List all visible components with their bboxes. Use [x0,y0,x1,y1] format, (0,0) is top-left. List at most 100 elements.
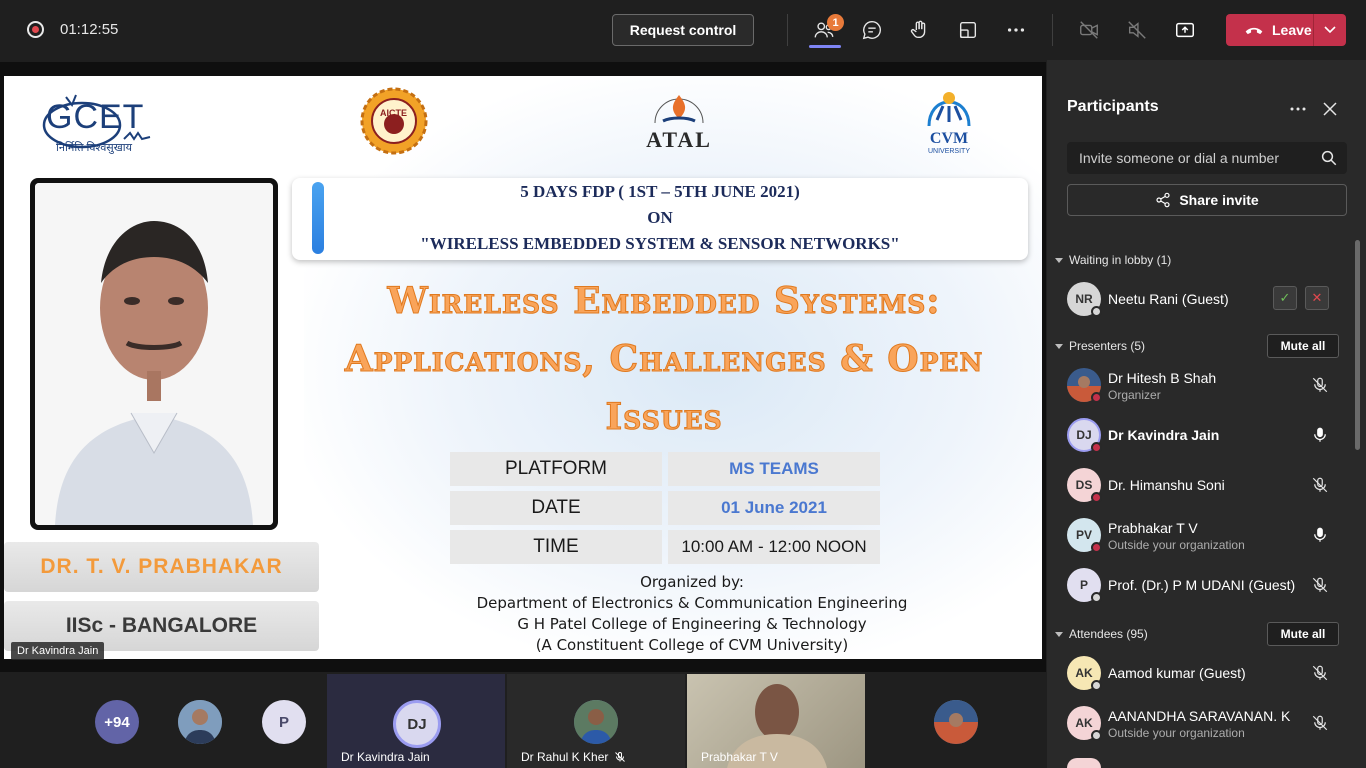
more-participants-button[interactable]: +94 [95,700,139,744]
panel-scrollbar[interactable] [1355,240,1360,450]
presenters-section-toggle[interactable]: Presenters (5) [1055,339,1145,353]
presenter-item[interactable]: PV Prabhakar T V Outside your organizati… [1067,514,1347,558]
participants-badge: 1 [827,14,844,31]
chat-button[interactable] [858,16,886,44]
panel-close-button[interactable] [1319,98,1341,120]
participant-photo [178,700,222,744]
organizer-university: (A Constituent College of CVM University… [535,636,849,654]
aicte-logo: AICTE [346,86,441,156]
info-label: PLATFORM [450,452,662,486]
participant-photo [934,700,978,744]
person-org: Outside your organization [1108,538,1245,552]
person-org: Outside your organization [1108,726,1245,740]
raise-hand-icon [910,20,926,39]
panel-more-button[interactable] [1287,98,1309,120]
tile-avatar: DJ [393,700,441,748]
mute-all-presenters-button[interactable]: Mute all [1267,334,1339,358]
lobby-section-toggle[interactable]: Waiting in lobby (1) [1055,253,1171,267]
status-dot [1091,492,1102,503]
cvm-logo-text: CVM [929,129,969,147]
presenter-item[interactable]: P Prof. (Dr.) P M UDANI (Guest) [1067,564,1347,608]
attendees-section-toggle[interactable]: Attendees (95) [1055,627,1148,641]
video-tile-kavindra[interactable]: DJ Dr Kavindra Jain [327,674,505,768]
mic-on-icon [1314,427,1326,442]
gcet-tagline: निर्मिति विश्वसुखाय [56,142,132,154]
participant-avatar-p[interactable]: P [262,700,306,744]
request-control-button[interactable]: Request control [612,14,754,46]
presenter-item[interactable]: DS Dr. Himanshu Soni [1067,464,1347,508]
organized-by-label: Organized by: [640,573,744,591]
video-tile-rahul[interactable]: Dr Rahul K Kher [507,674,685,768]
aicte-emblem [360,87,427,155]
mic-off-icon [1312,715,1328,731]
breakout-rooms-icon [959,21,977,39]
toolbar-divider [787,14,788,46]
person-avatar-partial [1067,758,1101,768]
person-name: Neetu Rani (Guest) [1108,291,1229,307]
mic-button[interactable] [1123,16,1151,44]
invite-input[interactable] [1067,142,1347,174]
participant-avatar[interactable] [934,700,978,744]
video-tile-prabhakar[interactable]: Prabhakar T V [687,674,865,768]
organizer-college: G H Patel College of Engineering & Techn… [517,615,867,633]
tile-name: Dr Kavindra Jain [341,750,430,764]
leave-dropdown[interactable] [1314,14,1346,46]
more-icon [1007,28,1025,32]
caret-down-icon [1055,257,1063,263]
rooms-button[interactable] [954,16,982,44]
admit-button[interactable]: ✓ [1273,286,1297,310]
deny-button[interactable]: ✕ [1305,286,1329,310]
tile-name-text: Dr Kavindra Jain [341,750,430,764]
mute-all-attendees-button[interactable]: Mute all [1267,622,1339,646]
share-tray-icon [1176,22,1194,38]
lobby-heading: Waiting in lobby (1) [1069,253,1172,267]
camera-button[interactable] [1075,16,1103,44]
leave-button[interactable]: Leave [1226,14,1346,46]
mic-on-icon [1314,527,1326,542]
gcet-logo-text: GCET [46,98,145,136]
organizer-department: Department of Electronics & Communicatio… [476,594,908,612]
aicte-logo-text: AICTE [380,108,407,118]
lobby-person[interactable]: NR Neetu Rani (Guest) ✓ ✕ [1067,278,1347,322]
status-dot [1091,730,1102,741]
atal-flame-emblem [654,95,704,124]
person-role: Organizer [1108,388,1161,402]
person-name: Aamod kumar (Guest) [1108,665,1246,681]
search-icon [1321,150,1337,166]
share-invite-button[interactable]: Share invite [1067,184,1347,216]
attendee-item[interactable]: AK Aamod kumar (Guest) [1067,652,1347,696]
leave-main[interactable]: Leave [1226,14,1314,46]
status-dot [1091,680,1102,691]
cvm-emblem [927,91,971,126]
fdp-banner: 5 DAYS FDP ( 1ST – 5TH JUNE 2021) ON "WI… [292,178,1028,260]
participant-photo [574,700,618,744]
leave-label: Leave [1272,22,1312,38]
hang-up-icon [1245,27,1263,35]
person-name: Dr Hitesh B Shah [1108,370,1217,386]
participant-avatar[interactable] [178,700,222,744]
share-screen-button[interactable] [1171,16,1199,44]
person-name: Dr Kavindra Jain [1108,427,1220,443]
tile-name-text: Prabhakar T V [701,750,778,764]
chevron-down-icon [1324,26,1336,34]
presenter-item[interactable]: Dr Hitesh B Shah Organizer [1067,364,1347,408]
more-actions-button[interactable] [1002,16,1030,44]
panel-title: Participants [1067,98,1159,115]
presenter-item[interactable]: DJ Dr Kavindra Jain [1067,414,1347,458]
caret-down-icon [1055,343,1063,349]
info-label: TIME [450,530,662,564]
attendee-item[interactable]: AK AANANDHA SARAVANAN. K Outside your or… [1067,702,1347,746]
more-icon [1290,107,1306,111]
tile-name: Prabhakar T V [701,750,778,764]
status-dot [1091,392,1102,403]
speaker-photo [35,183,273,525]
shared-content-stage: GCET निर्मिति विश्वसुखाय AICTE ATAL CVM … [0,62,1046,672]
info-label: DATE [450,491,662,525]
info-value: 10:00 AM - 12:00 NOON [668,530,880,564]
tile-avatar-photo [574,700,618,744]
presentation-slide: GCET निर्मिति विश्वसुखाय AICTE ATAL CVM … [4,76,1042,659]
status-dot [1091,442,1102,453]
reactions-button[interactable] [906,16,934,44]
meeting-toolbar: 01:12:55 Request control 1 Leave [0,0,1366,60]
info-value: MS TEAMS [668,452,880,486]
